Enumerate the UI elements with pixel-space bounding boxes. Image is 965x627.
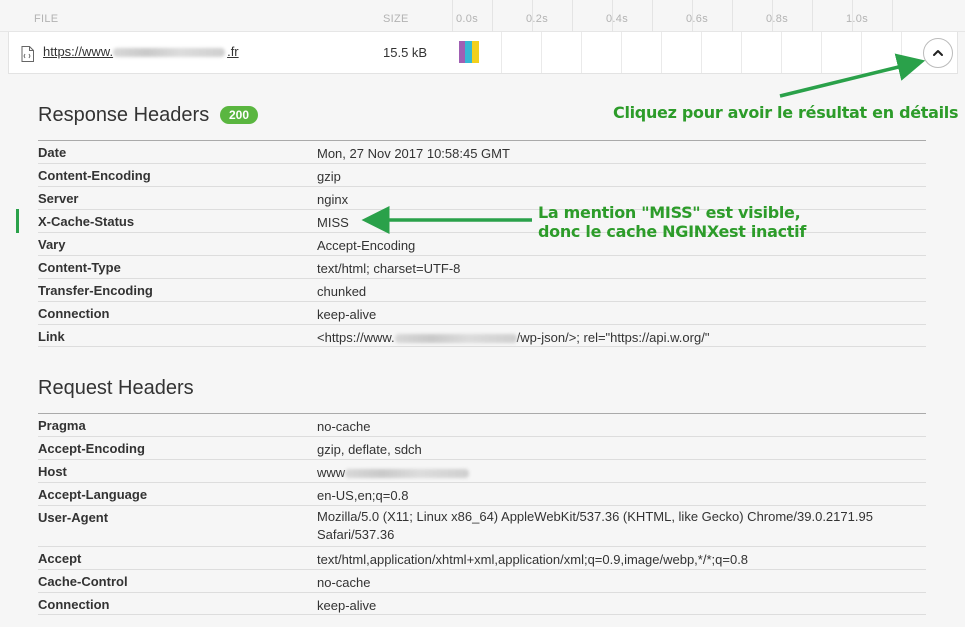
response-headers-title: Response Headers [38, 104, 210, 126]
file-icon [21, 46, 34, 62]
waterfall-gridline [661, 32, 662, 73]
file-row[interactable]: https://www. .fr 15.5 kB [8, 32, 958, 74]
header-name: Cache-Control [38, 574, 128, 589]
chevron-up-icon [933, 50, 943, 56]
column-header-row: FILE SIZE 0.0s 0.2s 0.4s 0.6s 0.8s 1.0s [0, 0, 965, 32]
header-value: no-cache [317, 419, 371, 434]
table-row: Cache-Control no-cache [38, 569, 926, 592]
header-name: X-Cache-Status [38, 214, 135, 229]
header-name: Content-Encoding [38, 168, 151, 183]
header-name: Link [38, 329, 65, 344]
header-value: text/html,application/xhtml+xml,applicat… [317, 552, 749, 567]
host-value-prefix: www [317, 465, 346, 480]
header-value: keep-alive [317, 307, 377, 322]
waterfall-gridline [581, 32, 582, 73]
header-name: Pragma [38, 418, 86, 433]
file-column-header: FILE [34, 13, 59, 25]
header-name: Accept [38, 551, 82, 566]
header-value: Mozilla/5.0 (X11; Linux x86_64) AppleWeb… [317, 509, 873, 542]
file-url-link[interactable]: https://www. .fr [43, 44, 239, 59]
table-row: User-Agent Mozilla/5.0 (X11; Linux x86_64… [38, 505, 926, 546]
waterfall-gridline [861, 32, 862, 73]
table-row: Link <https://www. /wp-json/>; rel="https:… [38, 324, 926, 347]
waterfall-gridline [741, 32, 742, 73]
header-value: www [317, 464, 897, 482]
waterfall-gridline [901, 32, 902, 73]
timeline-gridline [492, 0, 493, 32]
header-name: User-Agent [38, 510, 109, 525]
x-cache-highlight-marker [16, 209, 19, 233]
table-row: Content-Encoding gzip [38, 163, 926, 186]
waterfall-gridline [781, 32, 782, 73]
waterfall-gridline [701, 32, 702, 73]
header-value: text/html; charset=UTF-8 [317, 261, 461, 276]
header-value: Mon, 27 Nov 2017 10:58:45 GMT [317, 146, 510, 161]
timeline-tick-label: 1.0s [846, 13, 868, 25]
timeline-gridline [572, 0, 573, 32]
link-value-suffix: /wp-json/>; rel="https://api.w.org/" [516, 330, 710, 345]
table-row: Pragma no-cache [38, 413, 926, 436]
table-row: Transfer-Encoding chunked [38, 278, 926, 301]
blurred-domain [113, 48, 226, 58]
timeline-gridline [652, 0, 653, 32]
file-url-prefix: https://www. [43, 44, 114, 59]
timeline-tick-label: 0.2s [526, 13, 548, 25]
timeline-gridline [892, 0, 893, 32]
timeline-tick-label: 0.8s [766, 13, 788, 25]
timeline-gridline [452, 0, 453, 32]
collapse-details-button[interactable] [923, 38, 953, 68]
miss-annotation-line1: La mention "MISS" est visible, [538, 203, 801, 222]
table-row: Date Mon, 27 Nov 2017 10:58:45 GMT [38, 140, 926, 163]
table-row: Connection keep-alive [38, 592, 926, 615]
table-row: Host www [38, 459, 926, 482]
response-headers-table: Date Mon, 27 Nov 2017 10:58:45 GMT Conten… [38, 140, 926, 347]
header-value: gzip [317, 169, 341, 184]
table-row: Connection keep-alive [38, 301, 926, 324]
file-url-suffix: .fr [227, 44, 239, 59]
request-headers-table: Pragma no-cache Accept-Encoding gzip, defl… [38, 413, 926, 615]
header-name: Server [38, 191, 79, 206]
header-name: Transfer-Encoding [38, 283, 153, 298]
waterfall-gridline [541, 32, 542, 73]
details-annotation: Cliquez pour avoir le résultat en détail… [613, 103, 959, 122]
timeline-gridline [732, 0, 733, 32]
header-name: Host [38, 464, 67, 479]
timing-bar-receive [472, 41, 479, 63]
header-value: gzip, deflate, sdch [317, 442, 422, 457]
header-name: Accept-Language [38, 487, 148, 502]
header-value: <https://www. /wp-json/>; rel="https://ap… [317, 329, 897, 347]
header-name: Content-Type [38, 260, 121, 275]
header-value: no-cache [317, 575, 371, 590]
miss-annotation-line2: donc le cache NGINXest inactif [538, 222, 806, 241]
header-name: Connection [38, 597, 110, 612]
table-row: Accept-Language en-US,en;q=0.8 [38, 482, 926, 505]
table-row: Content-Type text/html; charset=UTF-8 [38, 255, 926, 278]
waterfall-gridline [501, 32, 502, 73]
timeline-tick-label: 0.4s [606, 13, 628, 25]
blurred-domain [345, 469, 470, 479]
blurred-domain [394, 334, 517, 344]
header-value: chunked [317, 284, 367, 299]
timing-bar-connect [465, 41, 472, 63]
table-row: Accept text/html,application/xhtml+xml,ap… [38, 546, 926, 569]
link-value-prefix: <https://www. [317, 330, 395, 345]
header-name: Accept-Encoding [38, 441, 145, 456]
header-value: keep-alive [317, 598, 377, 613]
timeline-tick-label: 0.0s [456, 13, 478, 25]
timeline-tick-label: 0.6s [686, 13, 708, 25]
header-value: en-US,en;q=0.8 [317, 488, 409, 503]
header-name: Vary [38, 237, 66, 252]
status-badge: 200 [220, 106, 259, 124]
waterfall-gridline [821, 32, 822, 73]
header-name: Connection [38, 306, 110, 321]
table-row: Accept-Encoding gzip, deflate, sdch [38, 436, 926, 459]
request-headers-title: Request Headers [38, 377, 194, 399]
file-size: 15.5 kB [383, 45, 428, 60]
timing-waterfall [458, 32, 958, 73]
size-column-header: SIZE [383, 13, 409, 25]
request-details-panel: Response Headers 200 Date Mon, 27 Nov 201… [8, 74, 958, 627]
waterfall-gridline [621, 32, 622, 73]
timeline-gridline [812, 0, 813, 32]
header-name: Date [38, 145, 67, 160]
